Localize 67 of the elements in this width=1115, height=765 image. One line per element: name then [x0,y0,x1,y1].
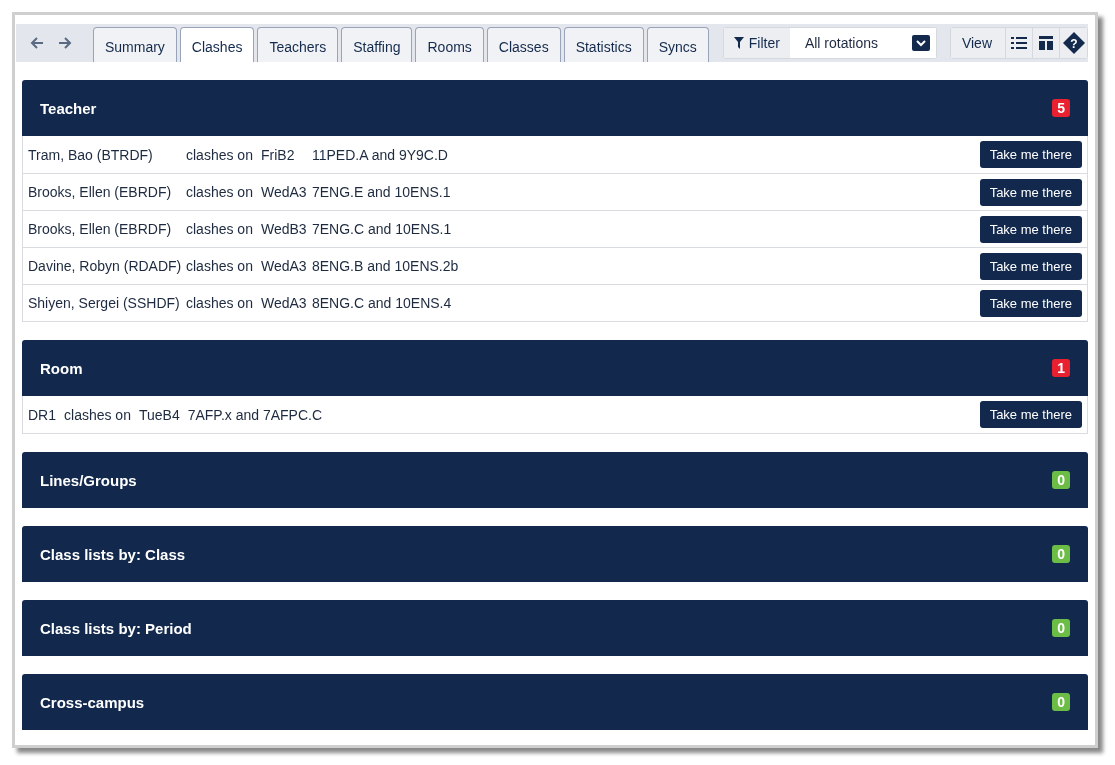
section-header[interactable]: Teacher 5 [22,80,1088,136]
list-icon [1011,36,1027,50]
layout-icon [1039,36,1053,50]
count-badge: 0 [1052,471,1070,489]
forward-arrow-icon[interactable] [58,36,73,50]
back-arrow-icon[interactable] [30,36,45,50]
table-cell-text: Brooks, Ellen (EBRDF) [28,184,173,200]
table-cell: 11PED.A and 9Y9C.D [312,146,448,163]
chevron-down-icon [911,35,930,51]
section-title: Cross-campus [40,693,145,711]
take-me-there-button[interactable]: Take me there [979,141,1082,168]
table-cell-text: clashes on [186,221,254,237]
table-cell: 8ENG.C and 10ENS.4 [312,295,452,311]
table-cell: DR1 [28,406,56,423]
table-cell: TueB4 [138,406,180,423]
filter-icon [733,37,744,49]
table-cell-text: Davine, Robyn (RDADF) [28,258,183,274]
count-badge: 0 [1052,545,1070,563]
table-cell-text: clashes on [186,146,254,163]
table-cell-text: clashes on [186,184,254,200]
take-me-there-button[interactable]: Take me there [979,289,1082,317]
rotation-dropdown[interactable]: All rotations [789,28,936,58]
count-badge: 0 [1052,693,1070,711]
filter-button[interactable]: Filter [723,28,790,58]
section-title: Class lists by: Class [40,545,186,563]
table-cell: 7AFP.x and 7AFPC.C [187,406,323,423]
table-cell: 7ENG.E and 10ENS.1 [312,184,451,200]
section-header[interactable]: Lines/Groups 0 [22,452,1088,508]
table-cell-text: FriB2 [261,146,296,163]
tab[interactable]: Staffing [341,27,413,62]
take-me-there-button[interactable]: Take me there [979,401,1082,428]
section-header[interactable]: Room 1 [22,340,1088,396]
tab[interactable]: Summary [92,27,177,62]
table-cell: clashes on [64,406,131,423]
count-badge: 5 [1052,99,1070,117]
list-view-button[interactable] [1006,28,1033,58]
count-badge: 0 [1052,619,1070,637]
section-header[interactable]: Cross-campus 0 [22,674,1088,730]
table-cell-text: Tram, Bao (BTRDF) [28,146,154,163]
table-cell-text: Shiyen, Sergei (SSHDF) [28,295,181,311]
section-header[interactable]: Class lists by: Period 0 [22,600,1088,656]
tab[interactable]: Syncs [646,27,709,62]
table-cell-text: WedA3 [261,295,308,311]
tab[interactable]: Statistics [563,27,644,62]
section-title: Lines/Groups [40,471,137,489]
tab[interactable]: Rooms [415,27,484,62]
section-title: Room [40,359,83,377]
table-cell-text: clashes on [186,258,254,274]
tab[interactable]: Teachers [257,27,339,62]
table-cell-text: WedB3 [261,221,308,237]
tab[interactable]: Clashes [179,27,255,62]
layout-view-button[interactable] [1033,28,1060,58]
table-cell: 8ENG.B and 10ENS.2b [312,258,459,274]
table-cell: 7ENG.C and 10ENS.1 [312,221,452,237]
take-me-there-button[interactable]: Take me there [979,252,1082,280]
table-cell-text: clashes on [186,295,254,311]
take-me-there-button[interactable]: Take me there [979,178,1082,206]
tab[interactable]: Classes [486,27,561,62]
section-title: Teacher [40,99,97,117]
section-header[interactable]: Class lists by: Class 0 [22,526,1088,582]
view-button[interactable]: View [950,28,1006,58]
table-cell-text: WedA3 [261,184,308,200]
take-me-there-button[interactable]: Take me there [979,215,1082,243]
table-cell-text: Brooks, Ellen (EBRDF) [28,221,173,237]
table-cell-text: WedA3 [261,258,308,274]
count-badge: 1 [1052,359,1070,377]
section-title: Class lists by: Period [40,619,192,637]
